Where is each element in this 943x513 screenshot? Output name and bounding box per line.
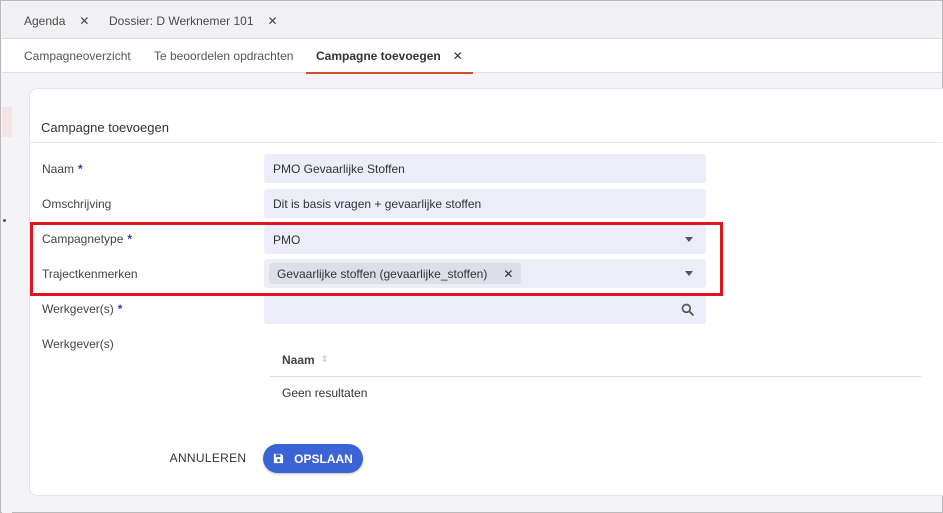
left-panel-edge xyxy=(2,73,12,513)
column-naam[interactable]: Naam xyxy=(282,353,315,367)
campagnetype-select[interactable]: PMO xyxy=(264,225,706,254)
table-header: Naam ⇕ xyxy=(270,343,921,377)
floppy-disk-icon xyxy=(274,453,284,464)
sub-tab-bar: Campagneoverzicht Te beoordelen opdracht… xyxy=(2,39,942,74)
empty-state: Geen resultaten xyxy=(282,386,368,400)
search-icon[interactable] xyxy=(681,303,694,316)
top-tab-bar: Agenda ✕ Dossier: D Werknemer 101 ✕ xyxy=(2,2,942,39)
close-icon[interactable]: ✕ xyxy=(503,267,513,281)
campagnetype-label: Campagnetype * xyxy=(42,229,132,249)
cancel-button[interactable]: ANNULEREN xyxy=(169,446,247,470)
chevron-down-icon[interactable] xyxy=(685,271,693,276)
tab-campagneoverzicht[interactable]: Campagneoverzicht xyxy=(24,39,131,73)
naam-field[interactable]: PMO Gevaarlijke Stoffen xyxy=(264,154,706,183)
naam-label: Naam * xyxy=(42,159,83,179)
close-icon[interactable]: ✕ xyxy=(453,49,463,63)
omschrijving-label-text: Omschrijving xyxy=(42,197,112,211)
divider xyxy=(30,142,942,143)
omschrijving-label: Omschrijving xyxy=(42,194,111,214)
trajectkenmerk-chip: Gevaarlijke stoffen (gevaarlijke_stoffen… xyxy=(269,263,522,284)
campagnetype-label-text: Campagnetype xyxy=(42,232,124,246)
omschrijving-field[interactable]: Dit is basis vragen + gevaarlijke stoffe… xyxy=(264,189,706,218)
werkgevers-table-label: Werkgever(s) xyxy=(42,334,114,354)
campagnetype-value: PMO xyxy=(273,232,301,247)
tab-campagne-toevoegen-label: Campagne toevoegen xyxy=(316,49,441,63)
trajectkenmerken-select[interactable]: Gevaarlijke stoffen (gevaarlijke_stoffen… xyxy=(264,259,706,288)
tab-dossier-label: Dossier: D Werknemer 101 xyxy=(109,13,254,28)
tab-agenda-label: Agenda xyxy=(24,13,66,28)
sort-icon[interactable]: ⇕ xyxy=(321,354,329,365)
omschrijving-value: Dit is basis vragen + gevaarlijke stoffe… xyxy=(273,196,482,211)
naam-value: PMO Gevaarlijke Stoffen xyxy=(273,161,405,176)
werkgevers-search-input[interactable] xyxy=(264,295,706,324)
tab-te-beoordelen-opdrachten[interactable]: Te beoordelen opdrachten xyxy=(154,39,293,73)
tab-campagneoverzicht-label: Campagneoverzicht xyxy=(24,49,131,63)
werkgevers-label: Werkgever(s) * xyxy=(42,299,122,319)
trajectkenmerken-label: Trajectkenmerken xyxy=(42,264,138,284)
tab-te-beoordelen-label: Te beoordelen opdrachten xyxy=(154,49,294,63)
chevron-down-icon[interactable] xyxy=(685,237,693,242)
close-icon[interactable]: ✕ xyxy=(268,14,278,28)
dot-marker xyxy=(3,219,6,222)
tab-agenda[interactable]: Agenda ✕ xyxy=(24,2,89,39)
save-button[interactable]: OPSLAAN xyxy=(263,444,363,473)
form-title: Campagne toevoegen xyxy=(41,120,169,135)
form-card xyxy=(29,88,943,496)
close-icon[interactable]: ✕ xyxy=(79,14,89,28)
required-marker: * xyxy=(127,232,133,246)
required-marker: * xyxy=(78,162,83,176)
app-window: Agenda ✕ Dossier: D Werknemer 101 ✕ Camp… xyxy=(0,0,943,513)
tab-campagne-toevoegen[interactable]: Campagne toevoegen ✕ xyxy=(306,39,473,74)
selected-row-marker xyxy=(2,107,12,137)
werkgevers-table-label-text: Werkgever(s) xyxy=(42,337,114,351)
werkgevers-label-text: Werkgever(s) xyxy=(42,302,114,316)
active-tab-indicator xyxy=(306,72,473,74)
required-marker: * xyxy=(117,302,123,316)
tab-dossier[interactable]: Dossier: D Werknemer 101 ✕ xyxy=(109,2,278,39)
chip-label: Gevaarlijke stoffen (gevaarlijke_stoffen… xyxy=(277,266,488,281)
save-button-label: OPSLAAN xyxy=(294,451,353,466)
naam-label-text: Naam xyxy=(42,162,75,176)
trajectkenmerken-label-text: Trajectkenmerken xyxy=(42,267,138,281)
